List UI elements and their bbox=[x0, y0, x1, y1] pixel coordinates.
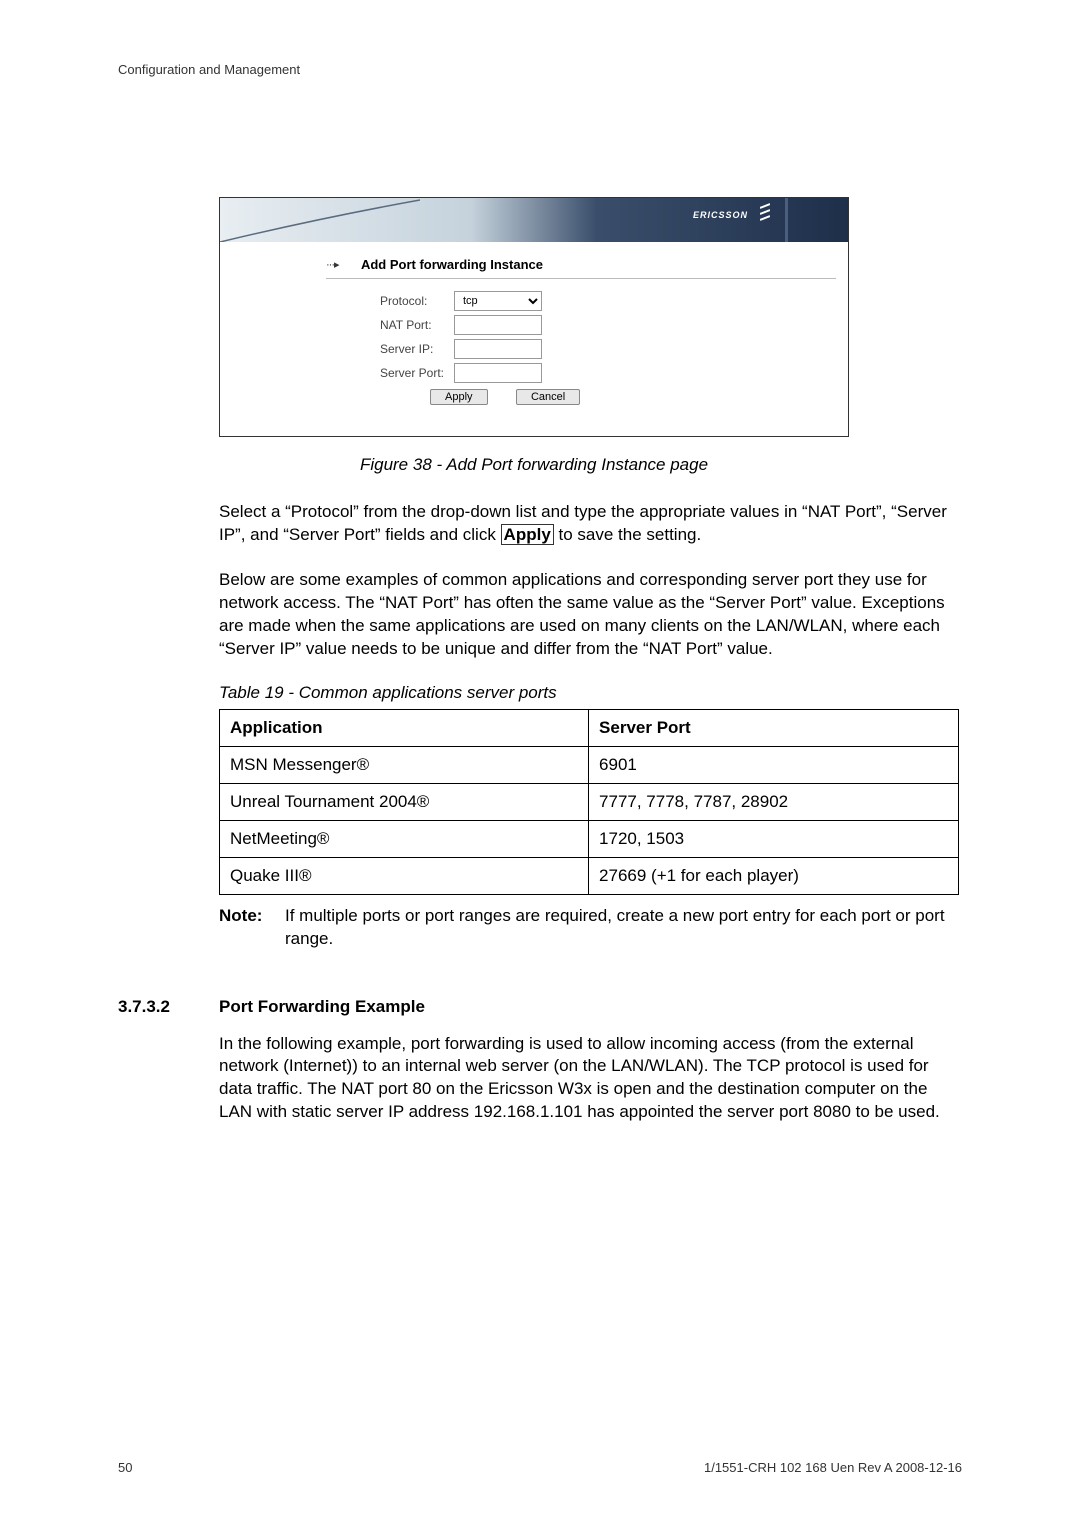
section-number: 3.7.3.2 bbox=[118, 997, 219, 1017]
protocol-select[interactable]: tcp bbox=[454, 291, 542, 311]
screenshot-figure: ERICSSON ···▸ Add Port forwarding Instan… bbox=[219, 197, 849, 437]
table-header-row: Application Server Port bbox=[220, 709, 959, 746]
ports-table: Application Server Port MSN Messenger®69… bbox=[219, 709, 959, 895]
note-label: Note: bbox=[219, 905, 285, 951]
cancel-button[interactable]: Cancel bbox=[516, 389, 580, 405]
server-port-input[interactable] bbox=[454, 363, 542, 383]
running-header: Configuration and Management bbox=[118, 62, 962, 77]
server-ip-input[interactable] bbox=[454, 339, 542, 359]
form-title-text: Add Port forwarding Instance bbox=[361, 257, 543, 272]
protocol-label: Protocol: bbox=[380, 294, 454, 308]
nat-port-input[interactable] bbox=[454, 315, 542, 335]
col-application: Application bbox=[220, 709, 589, 746]
col-server-port: Server Port bbox=[589, 709, 959, 746]
apply-inline-button: Apply bbox=[501, 524, 554, 545]
note: Note: If multiple ports or port ranges a… bbox=[219, 905, 959, 951]
server-port-label: Server Port: bbox=[380, 366, 454, 380]
logo-banner: ERICSSON bbox=[220, 198, 848, 242]
ericsson-logo-text: ERICSSON bbox=[693, 210, 748, 220]
figure-caption: Figure 38 - Add Port forwarding Instance… bbox=[219, 455, 849, 475]
paragraph-1: Select a “Protocol” from the drop-down l… bbox=[219, 501, 959, 547]
table-row: Quake III®27669 (+1 for each player) bbox=[220, 857, 959, 894]
page-number: 50 bbox=[118, 1460, 132, 1475]
form-title: ···▸ Add Port forwarding Instance bbox=[326, 256, 836, 279]
footer-reference: 1/1551-CRH 102 168 Uen Rev A 2008-12-16 bbox=[704, 1460, 962, 1475]
server-ip-label: Server IP: bbox=[380, 342, 454, 356]
breadcrumb-arrow-icon: ···▸ bbox=[326, 258, 339, 271]
table-row: MSN Messenger®6901 bbox=[220, 746, 959, 783]
ericsson-logo-stripes bbox=[760, 202, 770, 228]
table-row: Unreal Tournament 2004®7777, 7778, 7787,… bbox=[220, 783, 959, 820]
paragraph-3: In the following example, port forwardin… bbox=[219, 1033, 959, 1125]
table-caption: Table 19 - Common applications server po… bbox=[219, 683, 962, 703]
section-title: Port Forwarding Example bbox=[219, 997, 425, 1017]
note-text: If multiple ports or port ranges are req… bbox=[285, 905, 959, 951]
paragraph-2: Below are some examples of common applic… bbox=[219, 569, 959, 661]
apply-button[interactable]: Apply bbox=[430, 389, 488, 405]
nat-port-label: NAT Port: bbox=[380, 318, 454, 332]
table-row: NetMeeting®1720, 1503 bbox=[220, 820, 959, 857]
